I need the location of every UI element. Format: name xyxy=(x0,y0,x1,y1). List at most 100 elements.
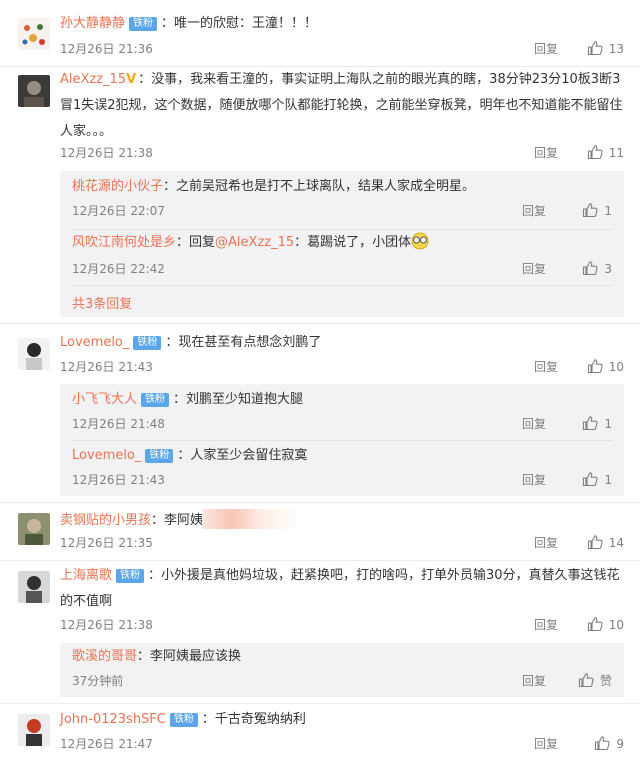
username[interactable]: 风吹江南何处是乡 xyxy=(72,235,176,250)
like-button[interactable]: 9 xyxy=(568,732,624,756)
reply-button[interactable]: 回复 xyxy=(522,199,546,223)
reply-button[interactable]: 回复 xyxy=(534,732,558,756)
reply-button[interactable]: 回复 xyxy=(522,257,546,281)
fan-badge: 铁粉 xyxy=(169,713,198,727)
username[interactable]: 小飞飞大人 xyxy=(72,392,137,407)
reply-text: ：李阿姨最应该换 xyxy=(137,649,242,664)
reply-text: ：之前吴冠希也是打不上球离队，结果人家成全明星。 xyxy=(163,179,476,194)
comment-text: ：千古奇冤纳纳利 xyxy=(201,712,306,727)
fan-badge: 铁粉 xyxy=(116,569,145,583)
like-count: 14 xyxy=(608,536,624,550)
comment-content: John-0123shSFC 铁粉 ：千古奇冤纳纳利 xyxy=(60,706,624,733)
comment-text: ：唯一的欣慰：王潼！！！ xyxy=(161,16,318,31)
username[interactable]: 歌溪的哥哥 xyxy=(72,649,137,664)
reply-button[interactable]: 回复 xyxy=(534,37,558,61)
comment-text: 冒1失误2犯规，这个数据，随便放哪个队都能打轮换，之前能坐穿板凳，明年也不知道能… xyxy=(60,98,623,113)
timestamp: 12月26日 22:42 xyxy=(72,262,165,276)
username[interactable]: 桃花源的小伙子 xyxy=(72,179,163,194)
like-count: 10 xyxy=(608,618,624,632)
like-button[interactable]: 10 xyxy=(568,355,624,379)
comment-text: ：小外援是真他妈垃圾，赶紧换吧，打的啥吗，打单外员输30分，真替久事这钱花 xyxy=(148,568,620,583)
fan-badge: 铁粉 xyxy=(129,17,158,31)
comment: John-0123shSFC 铁粉 ：千古奇冤纳纳利 12月26日 21:47 回复… xyxy=(0,704,640,758)
timestamp: 12月26日 21:43 xyxy=(72,473,165,487)
reply-text: ：葛踢说了，小团体 xyxy=(294,235,412,250)
like-count: 赞 xyxy=(599,674,612,688)
comment-content: 上海离歌 铁粉 ：小外援是真他妈垃圾，赶紧换吧，打的啥吗，打单外员输30分，真替久事… xyxy=(60,563,624,615)
comment-content: 孙大静静静 铁粉 ：唯一的欣慰：王潼！！！ xyxy=(60,10,624,37)
like-button[interactable]: 1 xyxy=(556,199,612,223)
timestamp: 12月26日 22:07 xyxy=(72,204,165,218)
thumbs-up-icon xyxy=(582,471,598,487)
thumbs-up-icon xyxy=(587,144,603,160)
mention-link[interactable]: @AleXzz_15 xyxy=(215,235,294,250)
comment: Lovemelo_ 铁粉 ：现在甚至有点想念刘鹏了 12月26日 21:43 回复 … xyxy=(0,324,640,502)
avatar[interactable] xyxy=(18,18,50,50)
thumbs-up-icon xyxy=(578,672,594,688)
reply-text: ：刘鹏至少知道抱大腿 xyxy=(173,392,304,407)
like-button[interactable]: 13 xyxy=(568,37,624,61)
timestamp: 12月26日 21:43 xyxy=(60,360,153,374)
fan-badge: 铁粉 xyxy=(141,393,170,407)
like-count: 13 xyxy=(608,42,624,56)
timestamp: 12月26日 21:35 xyxy=(60,536,153,550)
comment: AleXzz_15V ：没事，我来看王潼的，事实证明上海队之前的眼光真的瞎，38分… xyxy=(0,67,640,323)
timestamp: 12月26日 21:38 xyxy=(60,146,153,160)
reply-button[interactable]: 回复 xyxy=(534,531,558,555)
thumbs-up-icon xyxy=(582,260,598,276)
comment: 卖钢贴的小男孩：李阿姨 12月26日 21:35 回复 14 xyxy=(0,503,640,563)
emoji-icon xyxy=(411,232,429,250)
like-button[interactable]: 10 xyxy=(568,613,624,637)
reply-button[interactable]: 回复 xyxy=(534,355,558,379)
avatar[interactable] xyxy=(18,75,50,107)
fan-badge: 铁粉 xyxy=(133,336,162,350)
username[interactable]: 上海离歌 xyxy=(60,568,112,583)
more-replies-link[interactable]: 共3条回复 xyxy=(72,295,132,315)
thumbs-up-icon xyxy=(587,40,603,56)
like-count: 1 xyxy=(604,204,612,218)
divider xyxy=(72,285,612,286)
comment-text: ：李阿姨 xyxy=(151,513,204,528)
reply-panel: 桃花源的小伙子：之前吴冠希也是打不上球离队，结果人家成全明星。 12月26日 2… xyxy=(60,171,624,317)
reply-button[interactable]: 回复 xyxy=(534,141,558,165)
like-count: 3 xyxy=(604,262,612,276)
comment-content: Lovemelo_ 铁粉 ：现在甚至有点想念刘鹏了 xyxy=(60,329,624,356)
like-count: 11 xyxy=(608,146,624,160)
reply-item: 小飞飞大人 铁粉 ：刘鹏至少知道抱大腿 12月26日 21:48 回复 1 xyxy=(72,384,624,431)
avatar[interactable] xyxy=(18,714,50,746)
reply-button[interactable]: 回复 xyxy=(522,468,546,492)
username[interactable]: Lovemelo_ xyxy=(72,448,141,463)
reply-button[interactable]: 回复 xyxy=(534,613,558,637)
username[interactable]: 卖钢贴的小男孩 xyxy=(60,513,151,528)
thumbs-up-icon xyxy=(587,358,603,374)
username[interactable]: John-0123shSFC xyxy=(60,712,166,727)
reply-prefix: ：回复 xyxy=(176,235,216,250)
reply-item: 风吹江南何处是乡：回复@AleXzz_15：葛踢说了，小团体 12月26日 22… xyxy=(72,229,624,276)
fan-badge: 铁粉 xyxy=(145,449,174,463)
like-button[interactable]: 3 xyxy=(556,257,612,281)
comment-content: AleXzz_15V ：没事，我来看王潼的，事实证明上海队之前的眼光真的瞎，38分… xyxy=(60,67,624,145)
like-button[interactable]: 11 xyxy=(568,141,624,165)
avatar[interactable] xyxy=(18,513,50,545)
thumbs-up-icon xyxy=(582,202,598,218)
avatar[interactable] xyxy=(18,571,50,603)
like-button[interactable]: 1 xyxy=(556,468,612,492)
reply-panel: 歌溪的哥哥：李阿姨最应该换 37分钟前 回复 赞 xyxy=(60,643,624,697)
comment-text: 的不值啊 xyxy=(60,594,113,609)
like-button[interactable]: 14 xyxy=(568,531,624,555)
reply-button[interactable]: 回复 xyxy=(522,669,546,693)
comment: 上海离歌 铁粉 ：小外援是真他妈垃圾，赶紧换吧，打的啥吗，打单外员输30分，真替久事… xyxy=(0,561,640,701)
like-count: 1 xyxy=(604,417,612,431)
username[interactable]: Lovemelo_ xyxy=(60,335,129,350)
comment-text: ：没事，我来看王潼的，事实证明上海队之前的眼光真的瞎，38分钟23分10板3断3 xyxy=(138,72,621,87)
reply-button[interactable]: 回复 xyxy=(522,412,546,436)
like-button[interactable]: 赞 xyxy=(556,669,612,693)
timestamp: 12月26日 21:48 xyxy=(72,417,165,431)
thumbs-up-icon xyxy=(582,415,598,431)
username[interactable]: AleXzz_15 xyxy=(60,72,126,87)
like-button[interactable]: 1 xyxy=(556,412,612,436)
username[interactable]: 孙大静静静 xyxy=(60,16,125,31)
avatar[interactable] xyxy=(18,338,50,370)
timestamp: 37分钟前 xyxy=(72,674,124,688)
thumbs-up-icon xyxy=(587,534,603,550)
